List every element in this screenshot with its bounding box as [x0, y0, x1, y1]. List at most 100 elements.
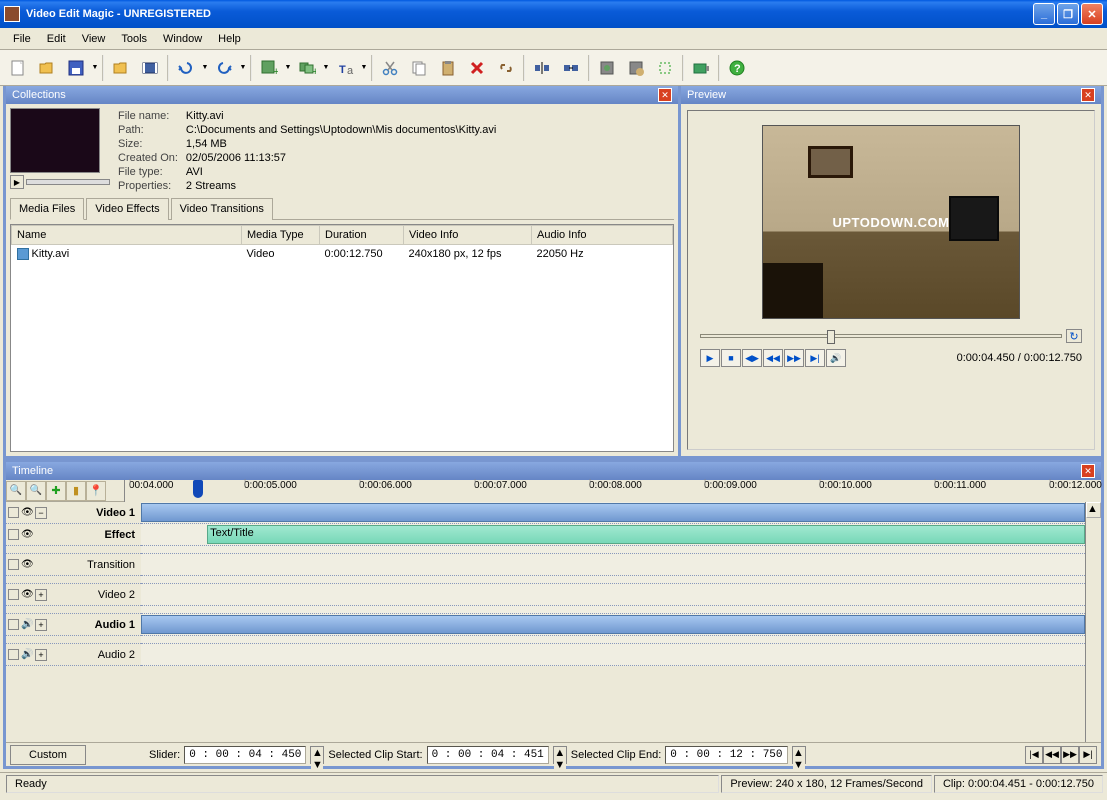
zoom-in-button[interactable]: 🔍 [6, 481, 26, 501]
menu-edit[interactable]: Edit [39, 31, 74, 47]
maximize-button[interactable]: ❐ [1057, 3, 1079, 25]
collections-close-button[interactable]: ✕ [658, 88, 672, 102]
capture-button[interactable] [687, 54, 715, 82]
sel-end-spinner[interactable]: ▲▼ [792, 746, 806, 764]
tab-media-files[interactable]: Media Files [10, 198, 84, 220]
export-settings-button[interactable] [622, 54, 650, 82]
split-button[interactable] [528, 54, 556, 82]
unlink-button[interactable] [492, 54, 520, 82]
text-dropdown[interactable]: ▼ [360, 54, 368, 82]
transition-add-button[interactable]: + [293, 54, 321, 82]
track-video-2[interactable]: 👁+Video 2 [6, 584, 141, 606]
film-button[interactable] [136, 54, 164, 82]
menu-window[interactable]: Window [155, 31, 210, 47]
collections-header[interactable]: Collections ✕ [6, 86, 678, 104]
rewind-button[interactable]: ◀◀ [763, 349, 783, 367]
nav-next-button[interactable]: ▶▶ [1061, 746, 1079, 764]
text-button[interactable]: Ta [331, 54, 359, 82]
menu-view[interactable]: View [74, 31, 114, 47]
timeline-playhead[interactable] [193, 480, 203, 498]
undo-dropdown[interactable]: ▼ [201, 54, 209, 82]
menu-help[interactable]: Help [210, 31, 249, 47]
open-button[interactable] [33, 54, 61, 82]
tab-video-transitions[interactable]: Video Transitions [171, 198, 273, 220]
slider-value[interactable]: 0 : 00 : 04 : 450 [184, 746, 306, 764]
track-effect-row[interactable]: Text/Title [141, 524, 1085, 546]
menu-file[interactable]: File [5, 31, 39, 47]
sel-end-value[interactable]: 0 : 00 : 12 : 750 [665, 746, 787, 764]
audio-clip[interactable] [141, 615, 1085, 634]
timeline-header[interactable]: Timeline ✕ [6, 462, 1101, 480]
help-button[interactable]: ? [723, 54, 751, 82]
effect-dropdown[interactable]: ▼ [284, 54, 292, 82]
timeline-ruler[interactable]: 00:04.0000:00:05.0000:00:06.0000:00:07.0… [124, 480, 1101, 502]
video-clip[interactable] [141, 503, 1085, 522]
sel-start-value[interactable]: 0 : 00 : 04 : 451 [427, 746, 549, 764]
zoom-out-button[interactable]: 🔍 [26, 481, 46, 501]
join-button[interactable] [557, 54, 585, 82]
col-video-info[interactable]: Video Info [404, 226, 532, 245]
track-audio-1-row[interactable] [141, 614, 1085, 636]
col-duration[interactable]: Duration [320, 226, 404, 245]
minimize-button[interactable]: _ [1033, 3, 1055, 25]
play-button[interactable]: ▶ [700, 349, 720, 367]
thumb-play-button[interactable]: ▶ [10, 175, 24, 189]
track-audio-2[interactable]: 🔊+Audio 2 [6, 644, 141, 666]
titlebar[interactable]: Video Edit Magic - UNREGISTERED _ ❐ ✕ [0, 0, 1107, 28]
slider-spinner[interactable]: ▲▼ [310, 746, 324, 764]
save-button[interactable] [62, 54, 90, 82]
paste-button[interactable] [434, 54, 462, 82]
cut-button[interactable] [376, 54, 404, 82]
copy-button[interactable] [405, 54, 433, 82]
marker-green-button[interactable]: ✚ [46, 481, 66, 501]
marker-red-button[interactable]: 📍 [86, 481, 106, 501]
marker-yellow-button[interactable]: ▮ [66, 481, 86, 501]
nav-prev-button[interactable]: ◀◀ [1043, 746, 1061, 764]
menu-tools[interactable]: Tools [113, 31, 155, 47]
delete-button[interactable] [463, 54, 491, 82]
custom-button[interactable]: Custom [10, 745, 86, 765]
redo-button[interactable] [210, 54, 238, 82]
new-button[interactable] [4, 54, 32, 82]
folder-button[interactable] [107, 54, 135, 82]
forward-button[interactable]: ▶▶ [784, 349, 804, 367]
effect-add-button[interactable]: + [255, 54, 283, 82]
effect-clip[interactable]: Text/Title [207, 525, 1085, 544]
undo-button[interactable] [172, 54, 200, 82]
track-video-1[interactable]: 👁−Video 1 [6, 502, 141, 524]
marker-button[interactable] [651, 54, 679, 82]
table-row[interactable]: Kitty.avi Video 0:00:12.750 240x180 px, … [12, 245, 673, 264]
track-audio-1[interactable]: 🔊+Audio 1 [6, 614, 141, 636]
nav-first-button[interactable]: |◀ [1025, 746, 1043, 764]
stop-button[interactable]: ■ [721, 349, 741, 367]
preview-header[interactable]: Preview ✕ [681, 86, 1101, 104]
col-media-type[interactable]: Media Type [242, 226, 320, 245]
preview-close-button[interactable]: ✕ [1081, 88, 1095, 102]
save-dropdown[interactable]: ▼ [91, 54, 99, 82]
track-video-1-row[interactable] [141, 502, 1085, 524]
loop-icon[interactable]: ↻ [1066, 329, 1082, 343]
skip-end-button[interactable]: ▶| [805, 349, 825, 367]
nav-last-button[interactable]: ▶| [1079, 746, 1097, 764]
sel-start-spinner[interactable]: ▲▼ [553, 746, 567, 764]
step-back-play-button[interactable]: ◀▶ [742, 349, 762, 367]
col-audio-info[interactable]: Audio Info [532, 226, 673, 245]
track-effect[interactable]: 👁Effect [6, 524, 141, 546]
track-video-2-row[interactable] [141, 584, 1085, 606]
export-button[interactable] [593, 54, 621, 82]
redo-dropdown[interactable]: ▼ [239, 54, 247, 82]
timeline-scrollbar[interactable]: ▲ [1085, 502, 1101, 742]
track-transition-row[interactable] [141, 554, 1085, 576]
preview-slider[interactable]: ↻ [700, 329, 1082, 343]
thumb-slider[interactable] [26, 179, 110, 185]
transition-dropdown[interactable]: ▼ [322, 54, 330, 82]
volume-button[interactable]: 🔊 [826, 349, 846, 367]
timeline-close-button[interactable]: ✕ [1081, 464, 1095, 478]
timeline-panel: Timeline ✕ 🔍 🔍 ✚ ▮ 📍 00:04.0000:00:05.00… [3, 459, 1104, 769]
tab-video-effects[interactable]: Video Effects [86, 198, 168, 220]
track-audio-2-row[interactable] [141, 644, 1085, 666]
track-transition[interactable]: 👁Transition [6, 554, 141, 576]
close-button[interactable]: ✕ [1081, 3, 1103, 25]
col-name[interactable]: Name [12, 226, 242, 245]
media-table[interactable]: Name Media Type Duration Video Info Audi… [11, 225, 673, 263]
